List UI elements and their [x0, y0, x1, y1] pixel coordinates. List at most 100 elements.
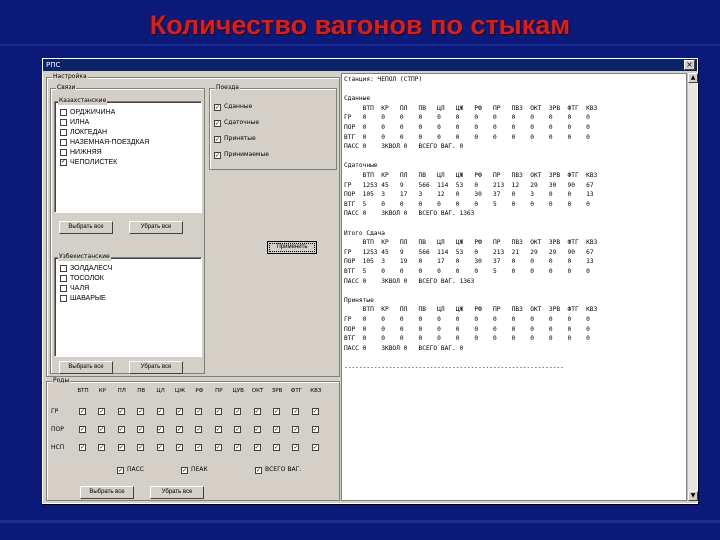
types-checkbox[interactable]: ✓ — [311, 444, 319, 451]
kazakhstan-clear-all-button[interactable]: Убрать все — [129, 221, 183, 234]
uzbek-list[interactable]: Узбекистанские ЗОЛДАЛЕСЧ ТОСОЛОК ЧАЛЯ ША… — [54, 253, 202, 357]
types-checkbox[interactable]: ✓ — [117, 444, 125, 451]
scroll-down-button[interactable]: ▼ — [688, 491, 698, 501]
checkbox[interactable] — [60, 129, 67, 136]
list-item[interactable]: НАЗЕМНАЯ-ПОЕЗДКАЯ — [60, 138, 149, 147]
types-checkbox[interactable]: ✓ — [156, 426, 164, 433]
types-checkbox[interactable]: ✓ — [273, 444, 280, 451]
list-item-label: НИЖНЯЯ — [70, 149, 102, 156]
types-checkbox[interactable]: ✓ — [311, 408, 319, 415]
checkbox[interactable] — [60, 139, 67, 146]
list-item[interactable]: ✓ ЧЕПОЛИСТЕК — [60, 158, 117, 167]
types-option[interactable]: ✓ ВСЕГО ВАГ. — [255, 466, 301, 474]
report-output[interactable]: Станция: ЧЕПОЛ (СТПР) Сданные ВТП КР ПЛ П… — [341, 73, 687, 501]
list-item[interactable]: ЧАЛЯ — [60, 284, 89, 293]
types-checkbox[interactable]: ✓ — [273, 426, 280, 433]
types-checkbox[interactable]: ✓ — [98, 444, 106, 451]
trains-option[interactable]: ✓ Сданные — [214, 103, 252, 111]
checkbox[interactable] — [60, 119, 67, 126]
checkbox[interactable] — [60, 265, 67, 272]
checkbox[interactable] — [60, 275, 67, 282]
report-line: ПОР 0 0 0 0 0 0 0 0 0 0 0 0 0 — [344, 124, 590, 131]
kazakhstan-select-all-button[interactable]: Выбрать все — [59, 221, 113, 234]
types-checkbox[interactable]: ✓ — [234, 408, 242, 415]
types-checkbox[interactable]: ✓ — [79, 426, 86, 433]
uzbek-select-all-button[interactable]: Выбрать все — [59, 361, 113, 374]
types-option[interactable]: ✓ ПАСС — [117, 466, 144, 474]
types-checkbox[interactable]: ✓ — [156, 408, 164, 415]
report-line: Станция: ЧЕПОЛ (СТПР) — [344, 76, 423, 83]
types-checkbox[interactable]: ✓ — [117, 426, 125, 433]
types-select-all-button[interactable]: Выбрать все — [80, 486, 134, 499]
types-checkbox[interactable]: ✓ — [311, 426, 319, 433]
list-item[interactable]: ОРДЖИЧИНА — [60, 108, 115, 117]
trains-option[interactable]: ✓ Принятые — [214, 135, 256, 143]
types-checkbox[interactable]: ✓ — [117, 408, 125, 415]
list-item[interactable]: ЛОКГЕДАН — [60, 128, 107, 137]
trains-option[interactable]: ✓ Принимаемые — [214, 151, 269, 159]
checkbox[interactable] — [60, 109, 67, 116]
checkbox-checked[interactable]: ✓ — [214, 151, 221, 159]
types-checkbox[interactable]: ✓ — [253, 444, 261, 451]
types-option-label: ВСЕГО ВАГ. — [265, 466, 302, 473]
list-item[interactable]: НИЖНЯЯ — [60, 148, 102, 157]
report-line: ГР 1253 45 9 566 114 53 0 213 21 29 29 9… — [344, 248, 594, 256]
types-checkbox[interactable]: ✓ — [79, 408, 86, 415]
types-checkbox[interactable]: ✓ — [292, 426, 300, 433]
close-button[interactable]: × — [684, 60, 695, 70]
kazakhstan-list[interactable]: Казахстанские ОРДЖИЧИНА ИЛНА ЛОКГЕДАН НА… — [54, 97, 202, 213]
types-column-header: ЦЛ — [156, 388, 165, 394]
list-item[interactable]: ЗОЛДАЛЕСЧ — [60, 264, 112, 273]
scroll-up-button[interactable]: ▲ — [688, 73, 698, 83]
types-clear-all-button[interactable]: Убрать все — [150, 486, 204, 499]
checkbox[interactable] — [60, 149, 67, 156]
list-item[interactable]: ИЛНА — [60, 118, 89, 127]
types-checkbox[interactable]: ✓ — [176, 426, 183, 433]
types-column-header: ПВ — [137, 388, 146, 394]
types-checkbox[interactable]: ✓ — [292, 444, 300, 451]
types-checkbox[interactable]: ✓ — [292, 408, 300, 415]
types-checkbox[interactable]: ✓ — [195, 426, 203, 433]
checkbox-checked[interactable]: ✓ — [214, 135, 221, 143]
types-checkbox[interactable]: ✓ — [137, 444, 145, 451]
checkbox[interactable] — [60, 295, 67, 302]
list-item[interactable]: ШАВАРЫЕ — [60, 294, 106, 303]
checkbox-checked[interactable]: ✓ — [214, 119, 221, 127]
types-checkbox[interactable]: ✓ — [214, 444, 222, 451]
checkbox-checked[interactable]: ✓ — [214, 103, 221, 111]
list-item[interactable]: ТОСОЛОК — [60, 274, 104, 283]
types-checkbox[interactable]: ✓ — [253, 426, 261, 433]
checkbox-checked[interactable]: ✓ — [181, 466, 188, 474]
types-checkbox[interactable]: ✓ — [195, 444, 203, 451]
uzbek-clear-all-button[interactable]: Убрать все — [129, 361, 183, 374]
vertical-scrollbar[interactable]: ▲ ▼ — [687, 73, 698, 501]
types-column-header: ЗРВ — [271, 388, 283, 394]
types-checkbox[interactable]: ✓ — [176, 408, 183, 415]
checkbox-checked[interactable]: ✓ — [117, 466, 124, 474]
trains-group: Поезда ✓ Сданные ✓ Сдаточные ✓ Принятые ✓ Пр… — [209, 84, 337, 170]
report-line: ГР 0 0 0 0 0 0 0 0 0 0 0 0 0 — [344, 316, 590, 323]
types-checkbox[interactable]: ✓ — [214, 408, 222, 415]
types-checkbox[interactable]: ✓ — [234, 426, 242, 433]
types-checkbox[interactable]: ✓ — [137, 426, 145, 433]
types-group: Роды ВТП КР ПЛ ПВ ЦЛ ЦЖ РФ ПР ЦУВ ОКТ ЗРВ ФТГ КВЗ ГР ✓… — [46, 377, 340, 501]
types-checkbox[interactable]: ✓ — [137, 408, 145, 415]
checkbox-checked[interactable]: ✓ — [255, 466, 262, 474]
report-line: Сдаточные — [344, 162, 378, 170]
types-checkbox[interactable]: ✓ — [98, 408, 106, 415]
types-checkbox[interactable]: ✓ — [176, 444, 183, 451]
types-checkbox[interactable]: ✓ — [273, 408, 280, 415]
types-checkbox[interactable]: ✓ — [253, 408, 261, 415]
apply-button[interactable]: Применить — [267, 241, 317, 254]
types-checkbox[interactable]: ✓ — [79, 444, 86, 451]
types-row-label: ПОР — [51, 426, 64, 433]
types-checkbox[interactable]: ✓ — [214, 426, 222, 433]
checkbox-checked[interactable]: ✓ — [60, 159, 67, 166]
types-checkbox[interactable]: ✓ — [98, 426, 106, 433]
types-checkbox[interactable]: ✓ — [195, 408, 203, 415]
checkbox[interactable] — [60, 285, 67, 292]
trains-option[interactable]: ✓ Сдаточные — [214, 119, 259, 127]
types-checkbox[interactable]: ✓ — [234, 444, 242, 451]
types-checkbox[interactable]: ✓ — [156, 444, 164, 451]
types-option[interactable]: ✓ ПЕАК — [181, 466, 208, 474]
